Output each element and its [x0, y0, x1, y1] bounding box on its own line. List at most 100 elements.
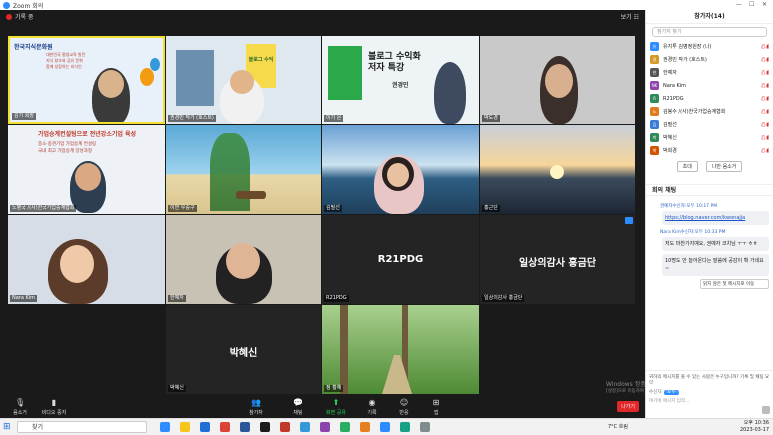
app-icon[interactable]	[260, 422, 270, 432]
video-tile-8[interactable]: 홍근단	[480, 125, 635, 214]
clock-date: 2023-03-17	[739, 427, 769, 433]
video-tile-5[interactable]: 가업승계컨설팅으로 전년강소기업 육성 중소·중견기업 가업승계 컨설팅 국내 …	[8, 125, 165, 214]
file-explorer-icon[interactable]	[180, 422, 190, 432]
video-tile-6[interactable]: 이연 우승구	[166, 125, 321, 214]
participants-label: 참가자	[249, 410, 263, 416]
video-stage: 기록 중 보기 ☷ 한국지식문화원 대한민국 평생교육 발전 지식 창조와 공유…	[0, 10, 645, 395]
book-title-line: 블로그 수익화	[368, 52, 421, 62]
video-tile-4[interactable]: 박도경	[480, 36, 635, 124]
apps-button[interactable]: ⊞ 앱	[416, 398, 456, 416]
minimize-icon[interactable]: —	[736, 1, 742, 8]
participant-face	[75, 163, 101, 191]
video-tile-13[interactable]: 박혜신 박혜신	[166, 305, 321, 394]
weather-status[interactable]: 7°C 흐림	[608, 423, 628, 430]
app-icon[interactable]	[360, 422, 370, 432]
windows-activation-watermark: Windows 정품 인증 [설정]으로 이동하여 Windows를 정품 인증…	[606, 381, 703, 395]
word-icon[interactable]	[240, 422, 250, 432]
participant-row[interactable]: 김 김필선 🎙̸ ▮̸	[650, 118, 769, 131]
video-tile-12[interactable]: 일상의감사 홍금단 일상의감사 홍금단	[480, 215, 635, 304]
participant-search-input[interactable]: 참가자 찾기	[652, 27, 767, 37]
participant-row-name: 한예자	[663, 70, 677, 76]
participant-row-name: 김봉수 /(사)한국가업승계협회	[663, 109, 726, 115]
invite-button[interactable]: 초대	[676, 161, 698, 172]
video-tile-11[interactable]: R21PDG R21PDG	[322, 215, 479, 304]
app-icon[interactable]	[340, 422, 350, 432]
mute-self-button[interactable]: 나만 음소거	[705, 161, 743, 172]
video-button[interactable]: ▮ 비디오 중지	[34, 398, 74, 416]
chat-input[interactable]: 여기에 메시지 입력...	[649, 398, 771, 404]
chat-button[interactable]: 💬 채팅	[278, 398, 318, 416]
muted-icon: 🎙̸ ▮̸	[761, 108, 769, 115]
video-tile-7[interactable]: 김필선	[322, 125, 479, 214]
apps-label: 앱	[433, 410, 439, 416]
muted-icon: 🎙̸ ▮̸	[761, 134, 769, 141]
slide-text: 중소·중견기업 가업승계 컨설팅 국내 최고 가업승계 양성과정	[38, 141, 96, 155]
sun-graphic	[550, 165, 564, 179]
avatar: 김	[650, 120, 659, 129]
book-title-line: 저자 특강	[368, 63, 405, 73]
slide-title: 한국지식문화원	[14, 44, 53, 51]
video-tile-2[interactable]: 블로그 수익 권경민 작가 (호스트)	[166, 36, 321, 124]
participant-name: 김기 회장	[12, 113, 36, 120]
participant-face	[60, 245, 94, 283]
participants-header: 참가자(14)	[646, 10, 773, 24]
participant-row[interactable]: 박 박희경 🎙̸ ▮̸	[650, 144, 769, 157]
chat-sender-name: Nara Kim수신자:모두	[660, 230, 703, 235]
participants-button[interactable]: 👥 참가자	[236, 398, 276, 416]
maximize-icon[interactable]: ☐	[749, 1, 754, 8]
system-clock[interactable]: 오후 10:36 2023-03-17	[740, 420, 769, 434]
chrome-icon[interactable]	[220, 422, 230, 432]
participant-row[interactable]: NK Nara Kim 🎙̸ ▮̸	[650, 79, 769, 92]
participant-row[interactable]: 한 한예자 🎙̸ ▮̸	[650, 66, 769, 79]
video-tile-1[interactable]: 한국지식문화원 대한민국 평생교육 발전 지식 창조와 공유 문화 함께 성장하…	[8, 36, 165, 124]
video-tile-9[interactable]: Nara Kim	[8, 215, 165, 304]
app-icon[interactable]	[420, 422, 430, 432]
participant-row-name: 유지투 김병정원장 (나)	[663, 44, 712, 50]
chat-label: 채팅	[293, 410, 303, 416]
more-options-icon[interactable]	[625, 217, 633, 224]
participant-display-name: 일상의감사 홍금단	[518, 258, 597, 270]
participant-face	[387, 163, 409, 187]
window-title-bar: Zoom 회의 — ☐ ✕	[0, 0, 773, 10]
muted-icon: 🎙̸ ▮̸	[761, 43, 769, 50]
share-screen-button[interactable]: ⬆ 화면 공유	[316, 398, 356, 416]
close-icon[interactable]: ✕	[762, 1, 767, 8]
edge-icon[interactable]	[200, 422, 210, 432]
windows-start-icon[interactable]: ⊞	[3, 422, 13, 432]
chat-link[interactable]: https://blog.naver.com/kwonajja	[665, 215, 745, 221]
clock-time: 오후 10:36	[743, 420, 769, 426]
participant-row[interactable]: 노 김봉수 /(사)한국가업승계협회 🎙̸ ▮̸	[650, 105, 769, 118]
participant-row[interactable]: 유 유지투 김병정원장 (나) 🎙̸ ▮̸	[650, 40, 769, 53]
recording-indicator: 기록 중	[6, 12, 33, 21]
app-icon[interactable]	[300, 422, 310, 432]
participant-video	[434, 62, 466, 124]
record-icon: ◉	[368, 398, 376, 407]
participant-row[interactable]: 권 권경민 작가 (호스트) 🎙̸ ▮̸	[650, 53, 769, 66]
app-icon[interactable]	[320, 422, 330, 432]
app-icon[interactable]	[280, 422, 290, 432]
participant-row-name: 김필선	[663, 122, 677, 128]
chat-sender: Nara Kim수신자:모두 10:33 PM	[660, 229, 769, 235]
chat-messages: 권예자수신자:모두 10:17 PM https://blog.naver.co…	[646, 196, 773, 292]
view-label: 보기	[620, 14, 632, 21]
video-tile-14[interactable]: 정 황혜	[322, 305, 479, 394]
avatar: 권	[650, 55, 659, 64]
leave-button[interactable]: 나가기	[617, 401, 639, 412]
video-tile-10[interactable]: 한예자	[166, 215, 321, 304]
side-panel: 참가자(14) 참가자 찾기 유 유지투 김병정원장 (나) 🎙̸ ▮̸ 권 권경민 작…	[645, 10, 773, 418]
participant-row[interactable]: R R21PDG 🎙̸ ▮̸	[650, 92, 769, 105]
zoom-taskbar-icon[interactable]	[380, 422, 390, 432]
task-view-icon[interactable]	[160, 422, 170, 432]
participant-row-name: 권경민 작가 (호스트)	[663, 57, 707, 63]
muted-icon: 🎙̸ ▮̸	[761, 147, 769, 154]
participant-row[interactable]: 박 박혜신 🎙̸ ▮̸	[650, 131, 769, 144]
video-tile-3[interactable]: 블로그 수익화 저자 특강 권경민 이기 은	[322, 36, 479, 124]
windows-taskbar: ⊞ 찾기 7°C 흐림 오후 10:36 2023-03-17	[0, 418, 773, 435]
send-icon[interactable]	[762, 406, 770, 414]
chat-icon: 💬	[293, 398, 303, 407]
jump-to-unread-button[interactable]: 읽지 않은 첫 메시지로 이동	[700, 279, 769, 289]
taskbar-search[interactable]: 찾기	[17, 421, 147, 433]
view-button[interactable]: 보기 ☷	[621, 12, 639, 21]
balloon-graphic	[150, 58, 160, 71]
app-icon[interactable]	[400, 422, 410, 432]
